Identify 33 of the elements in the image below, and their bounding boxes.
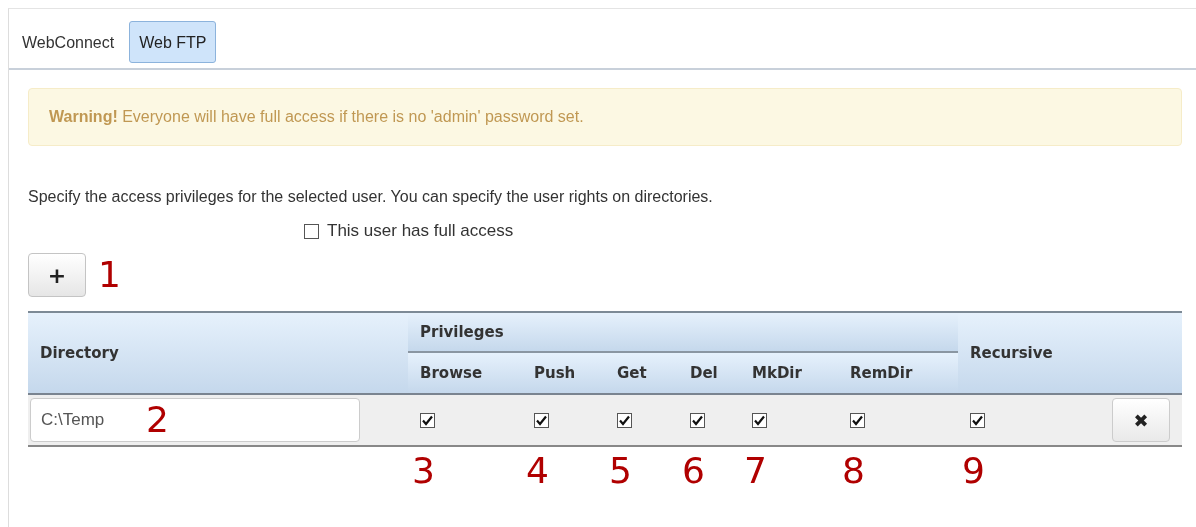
tab[interactable]: Web FTP <box>129 21 217 63</box>
privilege-checkbox[interactable] <box>420 412 435 428</box>
callout-number: 4 <box>526 450 549 491</box>
column-header: RemDir <box>838 351 958 395</box>
column-header: Browse <box>408 351 522 395</box>
delete-button[interactable]: ✖ <box>1112 398 1170 442</box>
recursive-checkbox[interactable] <box>970 412 985 428</box>
column-header: Del <box>678 351 740 395</box>
full-access-checkbox[interactable] <box>304 223 319 239</box>
privilege-checkbox[interactable] <box>617 412 632 428</box>
column-header: Push <box>522 351 605 395</box>
privilege-checkbox[interactable] <box>534 412 549 428</box>
checkbox-label: This user has full access <box>327 221 514 241</box>
tab[interactable]: WebConnect <box>21 21 124 63</box>
callout-number: 1 <box>98 257 121 293</box>
callout-number: 3 <box>412 450 435 491</box>
callout-number: 8 <box>842 450 865 491</box>
privilege-checkbox[interactable] <box>690 412 705 428</box>
warning-message: Warning! Everyone will have full access if there is no 'admin' password set. <box>28 88 1182 146</box>
callout-number: 7 <box>744 450 767 491</box>
column-header: MkDir <box>740 351 838 395</box>
column-header: Directory <box>28 311 408 395</box>
column-header: Recursive <box>958 311 1182 395</box>
add-button[interactable]: + <box>28 253 86 297</box>
column-header: Get <box>605 351 678 395</box>
callout-number: 6 <box>682 450 705 491</box>
column-group-header: Privileges <box>408 311 958 351</box>
callout-number: 2 <box>146 402 169 438</box>
callout-number: 5 <box>609 450 632 491</box>
privilege-checkbox[interactable] <box>752 412 767 428</box>
privilege-checkbox[interactable] <box>850 412 865 428</box>
callout-number: 9 <box>962 450 985 491</box>
description-text: Specify the access privileges for the selected user. You can specify the user rights on directories. <box>28 188 714 206</box>
